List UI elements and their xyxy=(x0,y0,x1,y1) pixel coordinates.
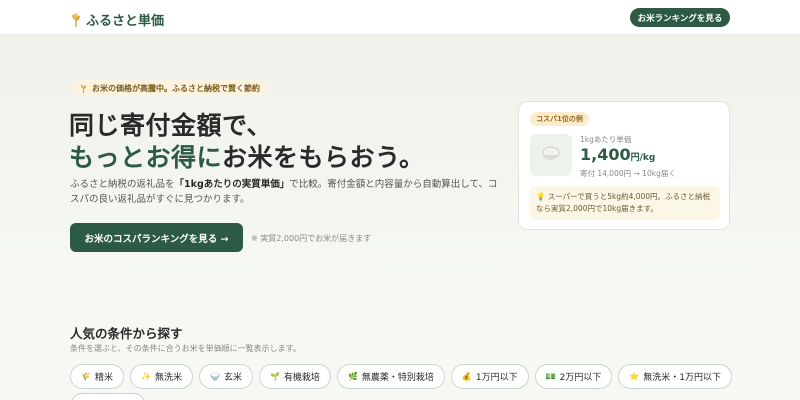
chip-seimai[interactable]: 🌾 精米 xyxy=(70,364,124,389)
site-header: ふるさと単価 お米ランキングを見る xyxy=(0,0,800,35)
hero-description: ふるさと納税の返礼品を「1kgあたりの実質単価」で比較。寄付金額と内容量から自動… xyxy=(70,177,500,207)
section-description: 条件を選ぶと、その条件に合うお米を単価順に一覧表示します。 xyxy=(70,344,301,353)
chip-icon: 🌱 xyxy=(269,372,280,381)
rice-ranking-button[interactable]: お米ランキングを見る xyxy=(630,8,730,27)
chip-icon: ✨ xyxy=(140,372,151,381)
chip-label: 精米 xyxy=(94,373,113,383)
rice-plant-icon xyxy=(81,84,86,93)
chip-genmai[interactable]: 🍚 玄米 xyxy=(198,364,253,389)
rice-cospa-ranking-button[interactable]: お米のコスパランキングを見る → xyxy=(70,223,243,252)
card-badge: コスパ1位の例 xyxy=(530,112,589,126)
chip-label: 1万円以下 xyxy=(475,373,518,383)
card-price: 1,400円/kg xyxy=(580,145,655,164)
logo-text: ふるさと単価 xyxy=(86,14,165,29)
rice-bowl-icon xyxy=(542,146,560,160)
chip-more[interactable] xyxy=(70,393,146,400)
chip-organic[interactable]: 🌱 有機栽培 xyxy=(258,364,331,389)
headline-highlight: もっとお得に xyxy=(69,143,223,172)
headline-rest: お米をもらおう。 xyxy=(222,143,425,172)
chip-icon: 💵 xyxy=(545,372,556,381)
condition-chip-row: 🌾 精米 ✨ 無洗米 🍚 玄米 🌱 有機栽培 🌿 無農薬・特別栽培 💰 1万円以下 💵 2万円… xyxy=(70,364,733,389)
cta-note: ※ 実質2,000円でお米が届きます xyxy=(251,234,372,243)
chip-label: 玄米 xyxy=(223,373,242,383)
chip-label: 無洗米 xyxy=(154,373,182,383)
chip-label: 無農薬・特別栽培 xyxy=(361,373,434,383)
card-sublabel: 1kgあたり単価 xyxy=(580,135,632,144)
headline-line2: もっとお得にお米をもらおう。 xyxy=(69,138,425,174)
chip-icon: 🌾 xyxy=(81,372,91,381)
rice-plant-icon xyxy=(72,12,80,27)
chip-under-10000[interactable]: 💰 1万円以下 xyxy=(450,364,529,389)
section-title: 人気の条件から探す xyxy=(70,326,183,341)
desc-pre: ふるさと納税の返礼品を xyxy=(70,179,175,190)
chip-label: 有機栽培 xyxy=(283,373,320,383)
chip-label: 無洗米・1万円以下 xyxy=(643,373,722,383)
rice-bowl-icon xyxy=(530,134,572,176)
chip-icon: 💰 xyxy=(461,372,472,381)
chip-icon: ⭐ xyxy=(629,372,640,381)
chip-under-20000[interactable]: 💵 2万円以下 xyxy=(534,364,613,389)
logo[interactable]: ふるさと単価 xyxy=(70,10,164,29)
chip-icon: 🍚 xyxy=(209,372,220,381)
chip-label: 2万円以下 xyxy=(559,373,602,383)
chip-no-pesticide[interactable]: 🌿 無農薬・特別栽培 xyxy=(336,364,445,389)
desc-bold: 「1kgあたりの実質単価」 xyxy=(174,179,290,190)
price-notice-badge: お米の価格が高騰中。ふるさと納税で賢く節約 xyxy=(72,80,269,96)
chip-icon: 🌿 xyxy=(347,372,358,381)
chip-musenmai-under-10000[interactable]: ⭐ 無洗米・1万円以下 xyxy=(618,364,733,389)
example-card: コスパ1位の例 1kgあたり単価 1,400円/kg 寄付 14,000円 → … xyxy=(518,101,730,230)
card-note: 💡 スーパーで買うと5kg約4,000円。ふるさと納税なら実質2,000円で10… xyxy=(530,186,720,220)
price-number: 1,400 xyxy=(580,145,631,164)
price-unit: 円/kg xyxy=(630,153,656,163)
chip-musenmai[interactable]: ✨ 無洗米 xyxy=(129,364,193,389)
notice-text: お米の価格が高騰中。ふるさと納税で賢く節約 xyxy=(92,83,260,93)
headline-line1: 同じ寄付金額で、 xyxy=(69,111,273,140)
card-detail: 寄付 14,000円 → 10kg届く xyxy=(580,169,676,178)
